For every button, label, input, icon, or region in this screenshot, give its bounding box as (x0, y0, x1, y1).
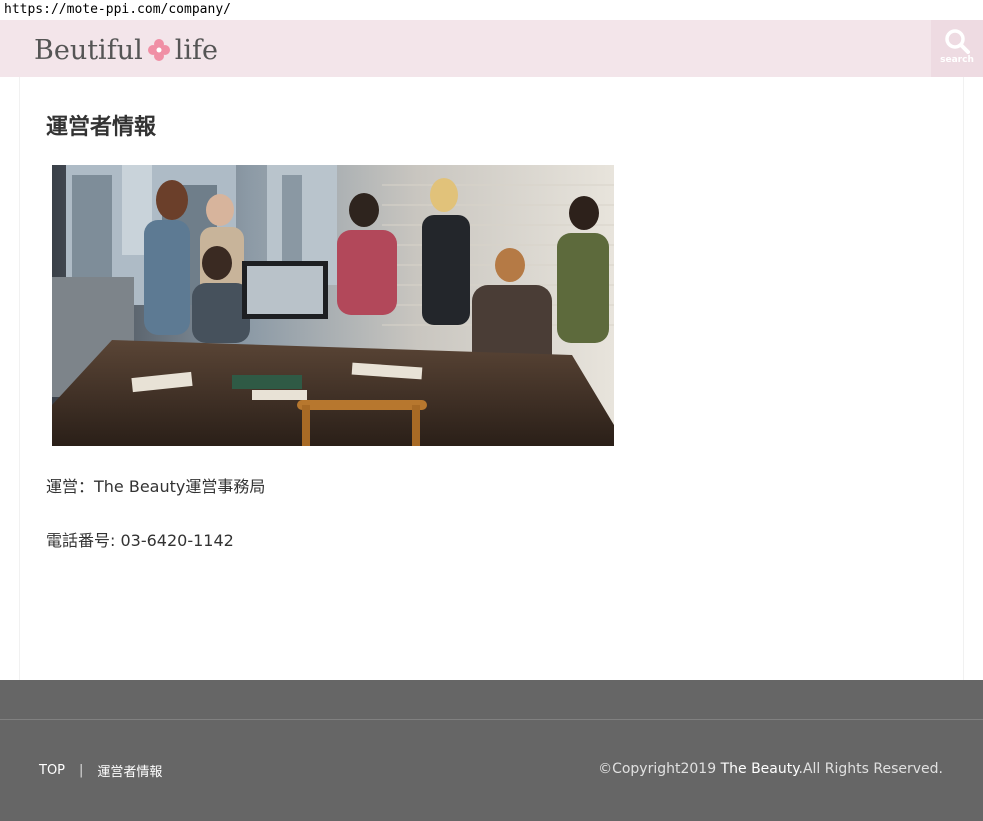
page-title: 運営者情報 (46, 115, 157, 140)
footer-link-top[interactable]: TOP (39, 763, 65, 778)
copyright-suffix: .All Rights Reserved. (798, 761, 943, 777)
search-label: search (940, 55, 974, 65)
url-bar[interactable]: https://mote-ppi.com/company/ (0, 0, 983, 20)
search-button[interactable]: search (931, 20, 983, 77)
site-header: Beutiful life search (0, 20, 983, 77)
copyright-brand: The Beauty (720, 761, 799, 777)
footer-separator: | (79, 763, 84, 778)
phone-info: 電話番号: 03-6420-1142 (46, 531, 234, 550)
copyright: ©Copyright2019 The Beauty.All Rights Res… (598, 761, 943, 777)
copyright-prefix: ©Copyright2019 (598, 761, 717, 777)
site-logo[interactable]: Beutiful life (34, 32, 218, 68)
site-footer: TOP | 運営者情報 ©Copyright2019 The Beauty.Al… (0, 680, 983, 821)
footer-link-company[interactable]: 運営者情報 (97, 761, 162, 780)
footer-divider (0, 719, 983, 720)
flower-icon (147, 39, 170, 61)
footer-nav: TOP | 運営者情報 (39, 761, 162, 780)
logo-text-left: Beutiful (34, 34, 143, 66)
search-icon (945, 29, 970, 54)
office-team-photo (52, 165, 614, 446)
operator-info: 運営：The Beauty運営事務局 (46, 477, 266, 496)
logo-text-right: life (174, 34, 218, 66)
main-content: 運営者情報 運営：The Beauty運営事務局 電話番号: 03-6420-1… (19, 77, 964, 680)
